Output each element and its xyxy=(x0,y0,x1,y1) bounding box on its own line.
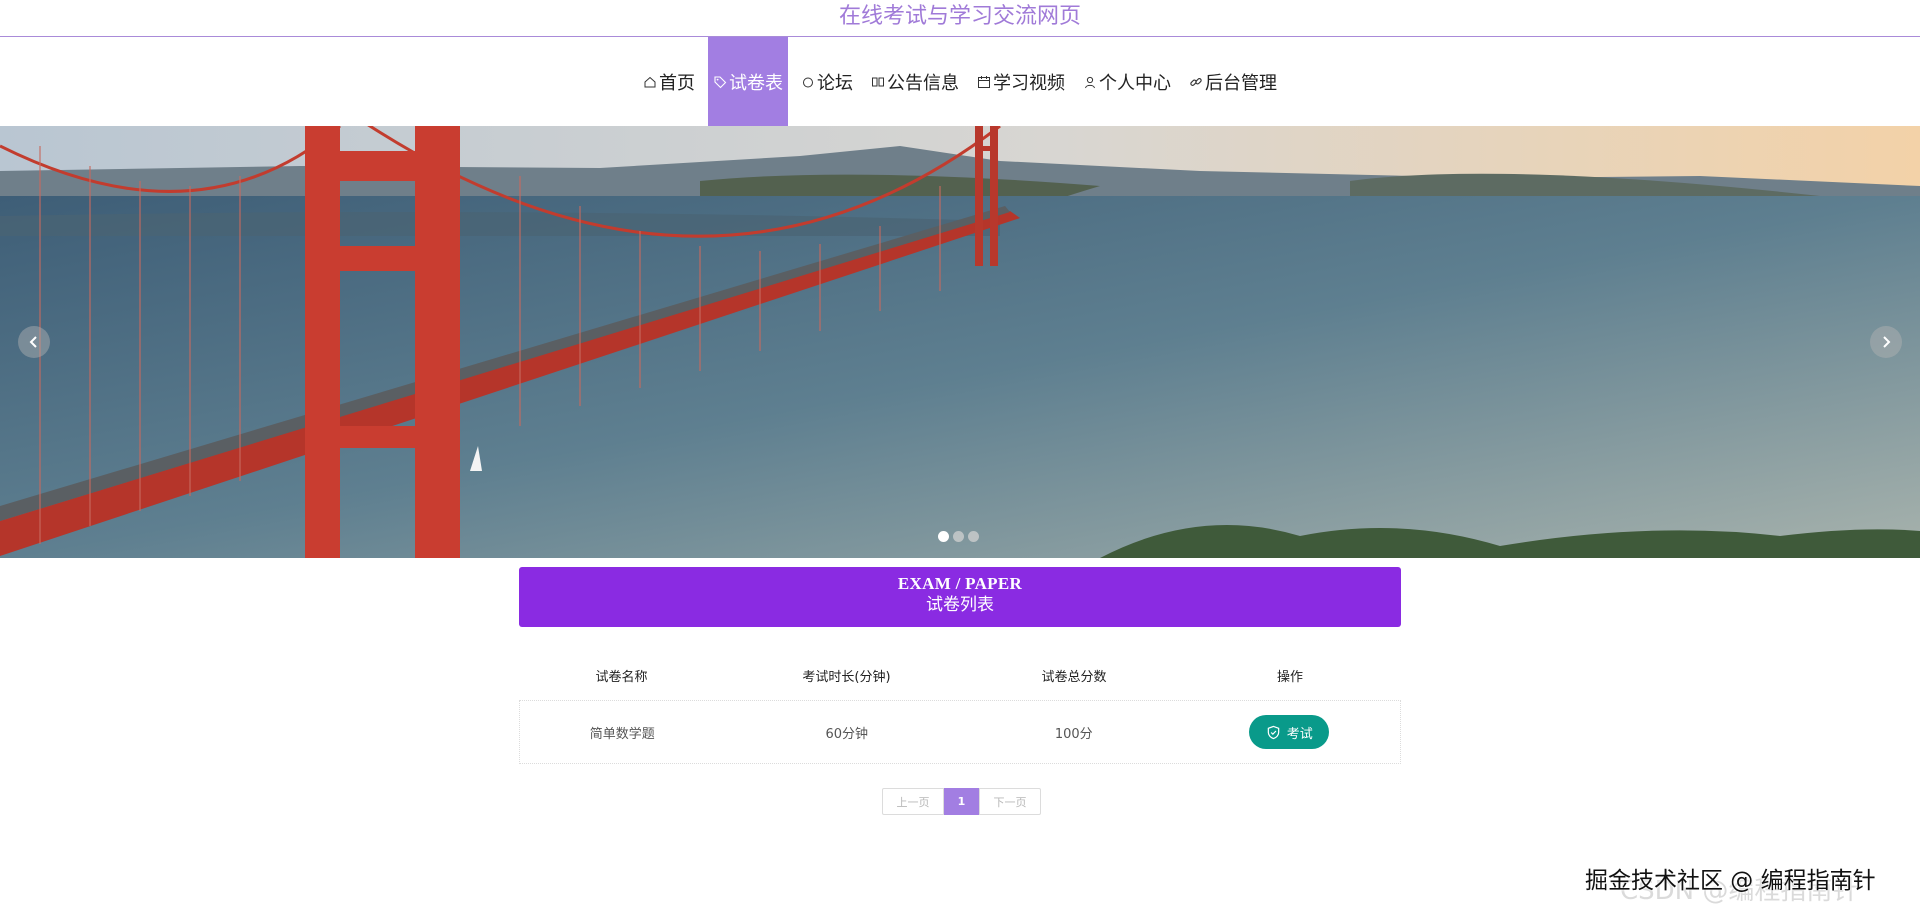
nav-label: 试卷表 xyxy=(729,72,783,94)
paper-name-cell: 简单数学题 xyxy=(589,726,655,742)
nav-item-announcements[interactable]: 公告信息 xyxy=(866,37,964,126)
section-title-en: EXAM / PAPER xyxy=(897,574,1023,593)
nav-item-home[interactable]: 首页 xyxy=(638,37,700,126)
book-icon xyxy=(871,75,885,89)
banner-carousel xyxy=(0,126,1920,558)
column-header: 试卷总分数 xyxy=(1041,669,1107,685)
nav-item-exam-papers[interactable]: 试卷表 xyxy=(708,37,788,126)
table-row: 简单数学题 60分钟 100分 考试 xyxy=(519,700,1401,764)
nav-item-study-videos[interactable]: 学习视频 xyxy=(972,37,1070,126)
carousel-next-button[interactable] xyxy=(1870,326,1902,358)
prev-page-button[interactable]: 上一页 xyxy=(882,788,944,815)
column-header: 试卷名称 xyxy=(595,669,648,685)
carousel-prev-button[interactable] xyxy=(18,326,50,358)
link-icon xyxy=(1189,75,1203,89)
carousel-dot[interactable] xyxy=(938,531,949,542)
carousel-indicators xyxy=(938,531,979,542)
duration-cell: 60分钟 xyxy=(825,726,869,742)
pagination: 上一页 1 下一页 xyxy=(882,788,1041,815)
tag-icon xyxy=(713,75,727,89)
page-number-button[interactable]: 1 xyxy=(944,788,979,815)
site-title: 在线考试与学习交流网页 xyxy=(0,0,1920,37)
section-title-cn: 试卷列表 xyxy=(926,595,994,615)
nav-label: 个人中心 xyxy=(1099,72,1171,94)
home-icon xyxy=(643,75,657,89)
nav-label: 后台管理 xyxy=(1205,72,1277,94)
nav-label: 学习视频 xyxy=(993,72,1065,94)
action-cell: 考试 xyxy=(1179,715,1401,749)
shield-check-icon xyxy=(1267,725,1279,739)
take-exam-button[interactable]: 考试 xyxy=(1249,715,1330,749)
carousel-dot[interactable] xyxy=(968,531,979,542)
main-nav: 首页 试卷表 论坛 公告信息 学习视频 个人中心 后台管理 xyxy=(0,37,1920,126)
nav-item-forum[interactable]: 论坛 xyxy=(796,37,858,126)
column-header: 操作 xyxy=(1276,669,1303,685)
section-header: EXAM / PAPER 试卷列表 xyxy=(519,567,1401,627)
exam-paper-table: 试卷名称 考试时长(分钟) 试卷总分数 操作 简单数学题 60分钟 100分 考… xyxy=(519,650,1401,764)
carousel-dot[interactable] xyxy=(953,531,964,542)
score-cell: 100分 xyxy=(1054,726,1093,742)
nav-label: 公告信息 xyxy=(887,72,959,94)
table-header-row: 试卷名称 考试时长(分钟) 试卷总分数 操作 xyxy=(519,650,1401,700)
nav-item-admin[interactable]: 后台管理 xyxy=(1184,37,1282,126)
user-icon xyxy=(1083,75,1097,89)
take-exam-label: 考试 xyxy=(1286,726,1313,742)
watermark: 掘金技术社区 @ 编程指南针 xyxy=(1585,868,1876,894)
chevron-right-icon xyxy=(1883,336,1891,348)
column-header: 考试时长(分钟) xyxy=(802,669,891,685)
next-page-button[interactable]: 下一页 xyxy=(979,788,1041,815)
nav-label: 论坛 xyxy=(817,72,853,94)
chevron-left-icon xyxy=(29,336,37,348)
circle-icon xyxy=(801,75,815,89)
banner-image xyxy=(0,126,1920,558)
nav-item-personal-center[interactable]: 个人中心 xyxy=(1078,37,1176,126)
nav-label: 首页 xyxy=(659,72,695,94)
calendar-icon xyxy=(977,75,991,89)
